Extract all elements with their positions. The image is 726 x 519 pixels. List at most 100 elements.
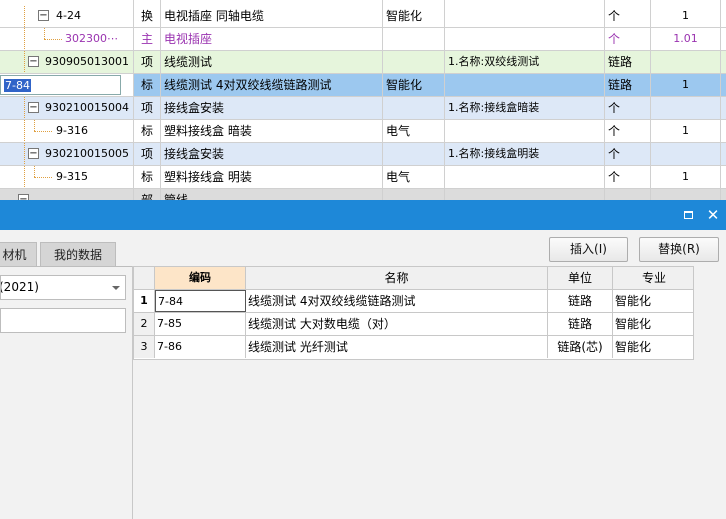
header-major[interactable]: 专业 xyxy=(613,267,695,289)
row-qty[interactable]: 1 xyxy=(651,120,721,142)
row-name[interactable]: 电视插座 同轴电缆 xyxy=(161,5,383,27)
row-code: 4-24 xyxy=(56,9,81,22)
table-row-selected[interactable]: 1 7-84 线缆测试 4对双绞线缆链路测试 链路 智能化 xyxy=(134,290,693,313)
row-name[interactable]: 电视插座 xyxy=(161,28,383,50)
lookup-dialog: 材机 我的数据 库(2021) 插入(I) 替换(R) 编码 名称 单位 专业 … xyxy=(0,230,726,519)
close-button[interactable]: ✕ xyxy=(705,207,721,223)
header-name[interactable]: 名称 xyxy=(246,267,548,289)
row-unit[interactable]: 个 xyxy=(605,5,651,27)
row-name[interactable]: 线缆测试 xyxy=(161,51,383,73)
header-code[interactable]: 编码 xyxy=(155,267,246,289)
table-row[interactable]: − 930905013001 项 线缆测试 1.名称:双绞线测试 链路 xyxy=(0,51,726,74)
row-type: 项 xyxy=(134,143,161,165)
row-unit[interactable]: 个 xyxy=(605,143,651,165)
row-major[interactable]: 电气 xyxy=(383,120,445,142)
row-name[interactable]: 接线盒安装 xyxy=(161,143,383,165)
table-row[interactable]: − 930210015004 项 接线盒安装 1.名称:接线盒暗装 个 xyxy=(0,97,726,120)
row-feature[interactable]: 1.名称:接线盒明装 xyxy=(445,143,605,165)
row-unit[interactable]: 链路(芯) xyxy=(548,336,613,358)
row-unit[interactable]: 链路 xyxy=(605,74,651,96)
collapse-icon[interactable]: − xyxy=(28,148,39,159)
replace-button[interactable]: 替换(R) xyxy=(639,237,719,262)
budget-grid: − 4-24 换 电视插座 同轴电缆 智能化 个 1 302300⋯ 主 电视插… xyxy=(0,0,726,204)
row-code: 930210015004 xyxy=(45,101,129,114)
row-unit[interactable]: 链路 xyxy=(605,51,651,73)
row-feature[interactable] xyxy=(445,5,605,27)
row-number: 3 xyxy=(134,336,155,358)
dialog-title-bar[interactable]: ✕ xyxy=(0,200,726,230)
row-feature[interactable]: 1.名称:双绞线测试 xyxy=(445,51,605,73)
row-major[interactable] xyxy=(383,51,445,73)
row-type: 主 xyxy=(134,28,161,50)
library-select[interactable]: 库(2021) xyxy=(0,275,126,300)
insert-button[interactable]: 插入(I) xyxy=(549,237,628,262)
row-major[interactable] xyxy=(383,97,445,119)
row-name[interactable]: 塑料接线盒 暗装 xyxy=(161,120,383,142)
row-type: 项 xyxy=(134,97,161,119)
row-unit[interactable]: 个 xyxy=(605,166,651,188)
tab-my-data[interactable]: 我的数据 xyxy=(40,242,116,267)
row-feature[interactable] xyxy=(445,74,605,96)
row-code[interactable]: 7-85 xyxy=(155,313,246,335)
chevron-down-icon xyxy=(112,286,120,290)
table-row[interactable]: 3 7-86 线缆测试 光纤测试 链路(芯) 智能化 xyxy=(134,336,693,359)
table-row[interactable]: − 930210015005 项 接线盒安装 1.名称:接线盒明装 个 xyxy=(0,143,726,166)
row-unit[interactable]: 链路 xyxy=(548,290,613,312)
library-select-value: 库(2021) xyxy=(0,280,39,294)
row-qty[interactable] xyxy=(651,143,721,165)
maximize-button[interactable] xyxy=(680,207,696,223)
row-qty[interactable]: 1.01 xyxy=(651,28,721,50)
row-qty[interactable] xyxy=(651,51,721,73)
row-qty[interactable]: 1 xyxy=(651,74,721,96)
row-major[interactable]: 电气 xyxy=(383,166,445,188)
tab-material[interactable]: 材机 xyxy=(0,242,37,267)
maximize-icon xyxy=(684,211,693,219)
header-unit[interactable]: 单位 xyxy=(548,267,613,289)
row-unit[interactable]: 个 xyxy=(605,120,651,142)
row-name[interactable]: 接线盒安装 xyxy=(161,97,383,119)
row-code: 7-84 xyxy=(4,79,31,92)
row-major[interactable]: 智能化 xyxy=(383,5,445,27)
collapse-icon[interactable]: − xyxy=(28,102,39,113)
table-row-selected[interactable]: 7-84 标 线缆测试 4对双绞线缆链路测试 智能化 链路 1 xyxy=(0,74,726,97)
row-type: 项 xyxy=(134,51,161,73)
row-qty[interactable] xyxy=(651,97,721,119)
search-input[interactable] xyxy=(0,308,126,333)
row-type: 标 xyxy=(134,74,161,96)
close-icon: ✕ xyxy=(706,206,720,224)
row-code[interactable]: 7-84 xyxy=(155,290,246,312)
table-row[interactable]: 9-316 标 塑料接线盒 暗装 电气 个 1 xyxy=(0,120,726,143)
code-edit-input[interactable]: 7-84 xyxy=(0,75,121,95)
collapse-icon[interactable]: − xyxy=(28,56,39,67)
row-code: 9-315 xyxy=(56,170,88,183)
row-number: 1 xyxy=(134,290,155,312)
row-name[interactable]: 线缆测试 光纤测试 xyxy=(246,336,548,358)
row-major[interactable]: 智能化 xyxy=(383,74,445,96)
row-unit[interactable]: 个 xyxy=(605,28,651,50)
table-row[interactable]: 302300⋯ 主 电视插座 个 1.01 xyxy=(0,28,726,51)
row-unit[interactable]: 个 xyxy=(605,97,651,119)
row-name[interactable]: 线缆测试 4对双绞线缆链路测试 xyxy=(161,74,383,96)
row-major[interactable] xyxy=(383,28,445,50)
row-feature[interactable]: 1.名称:接线盒暗装 xyxy=(445,97,605,119)
row-code[interactable]: 7-86 xyxy=(155,336,246,358)
row-name[interactable]: 线缆测试 大对数电缆（对） xyxy=(246,313,548,335)
row-major[interactable]: 智能化 xyxy=(613,290,695,312)
row-feature[interactable] xyxy=(445,120,605,142)
row-qty[interactable]: 1 xyxy=(651,5,721,27)
row-code: 930210015005 xyxy=(45,147,129,160)
row-major[interactable]: 智能化 xyxy=(613,336,695,358)
row-feature[interactable] xyxy=(445,166,605,188)
row-code: 930905013001 xyxy=(45,55,129,68)
row-name[interactable]: 塑料接线盒 明装 xyxy=(161,166,383,188)
collapse-icon[interactable]: − xyxy=(38,10,49,21)
table-row[interactable]: 9-315 标 塑料接线盒 明装 电气 个 1 xyxy=(0,166,726,189)
row-feature[interactable] xyxy=(445,28,605,50)
row-name[interactable]: 线缆测试 4对双绞线缆链路测试 xyxy=(246,290,548,312)
table-row[interactable]: − 4-24 换 电视插座 同轴电缆 智能化 个 1 xyxy=(0,5,726,28)
row-qty[interactable]: 1 xyxy=(651,166,721,188)
row-unit[interactable]: 链路 xyxy=(548,313,613,335)
row-major[interactable] xyxy=(383,143,445,165)
row-major[interactable]: 智能化 xyxy=(613,313,695,335)
table-row[interactable]: 2 7-85 线缆测试 大对数电缆（对） 链路 智能化 xyxy=(134,313,693,336)
